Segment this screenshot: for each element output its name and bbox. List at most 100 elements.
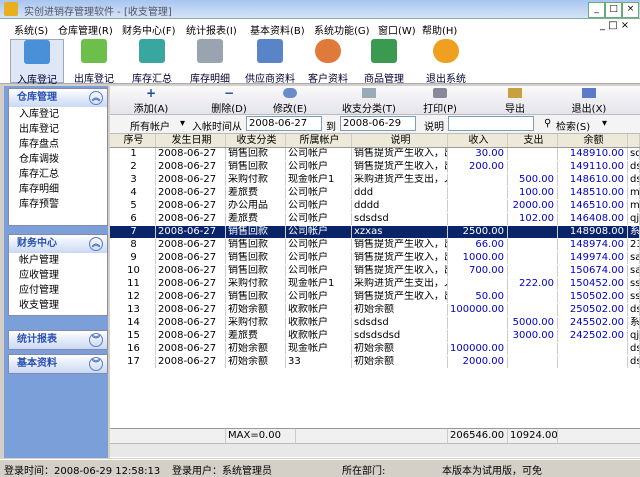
table-row[interactable]: 1 2008-06-27 销售回款 公司帐户 销售提货产生收入，出 30.00 148910… [110,148,640,160]
menu-warehouse[interactable]: 仓库管理(R) [58,22,113,37]
collapse-icon[interactable]: ︽ [89,91,103,105]
tb-products[interactable]: 商品管理 [358,39,410,85]
expand-icon[interactable]: ︾ [89,357,103,371]
column-header[interactable]: 收支分类 [226,134,286,147]
sidebar-item[interactable]: 入库登记 [9,107,107,122]
table-row[interactable]: 6 2008-06-27 差旅费 公司帐户 sdsdsd 102.00 146408.00 q… [110,213,640,225]
sidebar-warehouse: 仓库管理 ︽ 入库登记 出库登记 库存盘点 仓库调拨 库存汇总 库存明细 库存预警 [8,88,108,226]
category-button[interactable]: 收支分类(T) [338,86,400,115]
menu-system[interactable]: 系统(S) [14,22,48,37]
tb-stock-in[interactable]: 入库登记 [10,39,64,86]
table-row[interactable]: 11 2008-06-27 采购付款 现金帐户1 采购进货产生支出，入 222.00 150… [110,278,640,290]
export-button[interactable]: 导出 [500,86,530,115]
table-cell: 13 [110,304,156,316]
menu-basic[interactable]: 基本资料(B) [250,22,305,37]
sidebar-item[interactable]: 库存盘点 [9,137,107,152]
menu-reports[interactable]: 统计报表(I) [186,22,237,37]
sidebar-basic-header[interactable]: 基本资料 ︾ [9,355,107,373]
tb-customers[interactable]: 客户资料 [302,39,354,85]
table-cell: 2008-06-27 [156,252,226,264]
print-button[interactable]: 打印(P) [420,86,460,115]
sidebar-warehouse-header[interactable]: 仓库管理 ︽ [9,89,107,107]
table-row[interactable]: 13 2008-06-27 初始余额 收款帐户 初始余额 100000.00 250502.… [110,304,640,316]
sidebar-item[interactable]: 库存明细 [9,182,107,197]
table-cell: 2 [110,161,156,173]
table-row[interactable]: 3 2008-06-27 采购付款 现金帐户1 采购进货产生支出，入 500.00 1486… [110,174,640,186]
table-row[interactable]: 42008-06-27差旅费公司帐户ddd 100.00148510.00mm [110,187,640,199]
table-cell: 5000.00 [508,317,558,329]
maximize-button[interactable]: □ [605,2,622,18]
column-header[interactable]: 说明 [352,134,448,147]
account-select[interactable]: 所有帐户 [130,118,170,133]
tb-stock-out[interactable]: 出库登记 [68,39,120,85]
search-dropdown-icon[interactable]: ▾ [602,118,607,129]
sidebar-item[interactable]: 应收管理 [9,268,107,283]
table-row[interactable]: 15 2008-06-27 差旅费 收款帐户 sdsdsdsd 3000.00 242502… [110,330,640,342]
table-row[interactable]: 8 2008-06-27 销售回款 公司帐户 销售提货产生收入，出 66.00 148974… [110,239,640,251]
table-row[interactable]: 12 2008-06-27 销售回款 公司帐户 销售提货产生收入，出 50.00 15050… [110,291,640,303]
tb-suppliers[interactable]: 供应商资料 [244,39,296,85]
tb-inventory-summary[interactable]: 库存汇总 [126,39,178,85]
table-cell: 245502.00 [558,317,628,329]
table-cell: xzxas [352,226,448,238]
sidebar-item[interactable]: 应付管理 [9,283,107,298]
table-cell: 公司帐户 [286,200,352,212]
table-row[interactable]: 172008-06-27初始余额33初始余额2000.00ds [110,356,640,368]
date-from-input[interactable]: 2008-06-27 [246,116,322,131]
note-input[interactable] [448,116,534,131]
column-header[interactable]: 支出 [508,134,558,147]
sidebar-finance: 财务中心 ︽ 帐户管理 应收管理 应付管理 收支管理 [8,234,108,316]
table-cell: mm [630,200,640,212]
minimize-button[interactable]: _ [588,2,605,18]
tb-inventory-detail[interactable]: 库存明细 [184,39,236,85]
sidebar-item[interactable]: 仓库调拨 [9,152,107,167]
date-to-input[interactable]: 2008-06-29 [340,116,416,131]
table-cell: ss [630,291,640,303]
table-cell: 149974.00 [558,252,628,264]
menu-help[interactable]: 帮助(H) [422,22,457,37]
column-header[interactable]: 所属帐户 [286,134,352,147]
column-header[interactable] [628,134,640,147]
table-row[interactable]: 162008-06-27初始余额现金帐户初始余额100000.00ds [110,343,640,355]
horizontal-scrollbar[interactable] [110,443,640,457]
sidebar-item[interactable]: 库存汇总 [9,167,107,182]
sidebar-stats-header[interactable]: 统计报表 ︾ [9,331,107,349]
column-header[interactable]: 收入 [448,134,508,147]
table-row[interactable]: 10 2008-06-27 销售回款 公司帐户 销售提货产生收入，出 700.00 1506… [110,265,640,277]
column-header[interactable]: 发生日期 [156,134,226,147]
table-cell: mm [630,187,640,199]
table-row[interactable]: 14 2008-06-27 采购付款 收款帐户 sdsdsd 5000.00 245502.… [110,317,640,329]
sidebar-item[interactable]: 出库登记 [9,122,107,137]
delete-button[interactable]: − 删除(D) [206,86,252,115]
collapse-icon[interactable]: ︽ [89,237,103,251]
table-cell [448,187,508,199]
table-row[interactable]: 5 2008-06-27 办公用品 公司帐户 dddd 2000.00 146510.00 m… [110,200,640,212]
column-header[interactable]: 序号 [110,134,156,147]
table-row[interactable]: 2 2008-06-27 销售回款 公司帐户 销售提货产生收入，出 200.00 14911… [110,161,640,173]
table-cell: 1 [110,148,156,160]
sidebar-finance-header[interactable]: 财务中心 ︽ [9,235,107,253]
add-button[interactable]: + 添加(A) [128,86,174,115]
table-cell: 公司帐户 [286,148,352,160]
sidebar-item[interactable]: 库存预警 [9,197,107,212]
search-button[interactable]: 检索(S) [556,118,590,133]
table-row[interactable]: 9 2008-06-27 销售回款 公司帐户 销售提货产生收入，出 1000.00 1499… [110,252,640,264]
sidebar-item[interactable]: 收支管理 [9,298,107,313]
menu-window[interactable]: 窗口(W) [378,22,416,37]
edit-button[interactable]: 修改(E) [270,86,310,115]
tb-exit[interactable]: 退出系统 [420,39,472,85]
mdi-controls[interactable]: _ □ × [600,20,629,31]
table-cell: 8 [110,239,156,251]
plus-icon: + [145,86,157,100]
close-button[interactable]: × [622,2,639,18]
menu-finance[interactable]: 财务中心(F) [122,22,176,37]
sidebar-item[interactable]: 帐户管理 [9,253,107,268]
table-cell: 2008-06-27 [156,187,226,199]
menu-functions[interactable]: 系统功能(G) [314,22,370,37]
table-row[interactable]: 7 2008-06-27 销售回款 公司帐户 xzxas 2500.00 148908.00… [110,226,640,238]
table-cell [448,200,508,212]
expand-icon[interactable]: ︾ [89,333,103,347]
column-header[interactable]: 余额 [558,134,628,147]
account-dropdown-icon[interactable]: ▾ [180,118,185,129]
exit-button[interactable]: 退出(X) [566,86,612,115]
